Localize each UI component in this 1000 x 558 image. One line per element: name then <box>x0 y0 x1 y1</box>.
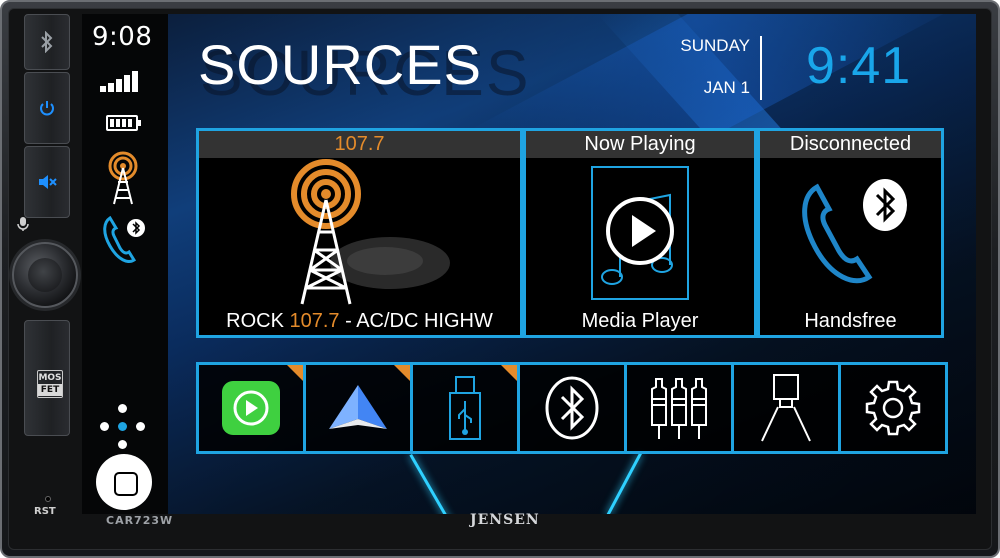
radio-tower-icon <box>290 159 450 305</box>
mosfet-label-bottom: FET <box>38 384 62 396</box>
power-icon <box>40 101 54 116</box>
media-status-header: Now Playing <box>526 131 754 158</box>
media-player-tile[interactable]: Now Playing Media Player <box>523 128 757 338</box>
source-carplay-button[interactable] <box>199 365 306 451</box>
status-sidebar: 9:08 <box>82 14 168 514</box>
sources-bar <box>196 362 948 454</box>
date-day: SUNDAY <box>680 36 750 55</box>
corner-indicator <box>287 365 303 381</box>
mute-icon <box>39 175 57 189</box>
phone-status-header: Disconnected <box>760 131 941 158</box>
source-bluetooth-button[interactable] <box>520 365 627 451</box>
home-button[interactable] <box>96 454 152 510</box>
radio-tile[interactable]: 107.7 ROCK 107.7 - AC/DC HIGHW <box>196 128 523 338</box>
date-divider <box>760 36 762 100</box>
battery-icon <box>106 115 141 131</box>
background-light-line <box>409 454 452 514</box>
app-menu-icon[interactable] <box>100 404 146 450</box>
media-player-label: Media Player <box>581 310 699 332</box>
carplay-icon <box>222 381 280 435</box>
radio-art <box>199 159 520 305</box>
radio-footer-frequency: 107.7 <box>289 310 340 332</box>
media-art <box>526 161 754 305</box>
media-play-icon <box>591 166 689 300</box>
phone-shortcut-icon[interactable] <box>100 214 146 266</box>
source-android-auto-button[interactable] <box>306 365 413 451</box>
date-display: SUNDAY JAN 1 <box>642 36 762 102</box>
background-light-line <box>606 452 642 514</box>
gear-icon <box>865 380 921 436</box>
source-av-in-button[interactable] <box>627 365 734 451</box>
mosfet-badge: MOS FET <box>37 370 63 398</box>
phone-art <box>760 161 941 305</box>
android-auto-icon <box>329 385 387 429</box>
touch-screen: 9:08 SOURCES SOURCES SUNDAY JAN 1 9:41 1… <box>82 14 976 514</box>
model-label: CAR723W <box>106 514 174 527</box>
rca-icon <box>651 378 707 439</box>
microphone-icon <box>17 217 29 231</box>
radio-track: - AC/DC HIGHW <box>339 310 493 332</box>
usb-icon <box>449 376 481 440</box>
source-settings-button[interactable] <box>841 365 945 451</box>
handsfree-phone-icon <box>801 179 907 284</box>
hw-mute-button[interactable] <box>24 146 70 218</box>
hardware-controls: MOS FET RST <box>8 8 78 542</box>
source-camera-button[interactable] <box>734 365 841 451</box>
handsfree-tile[interactable]: Disconnected Handsfree <box>757 128 944 338</box>
corner-indicator <box>501 365 517 381</box>
signal-strength-icon <box>100 70 144 92</box>
reset-button[interactable] <box>45 496 51 502</box>
radio-shortcut-icon[interactable] <box>100 150 146 206</box>
corner-indicator <box>394 365 410 381</box>
status-time: 9:08 <box>92 22 153 52</box>
mosfet-label-top: MOS <box>38 373 62 383</box>
camera-icon <box>761 374 811 442</box>
bluetooth-icon <box>41 31 53 53</box>
radio-frequency-header: 107.7 <box>199 131 520 158</box>
handsfree-label: Handsfree <box>804 310 897 332</box>
hw-bluetooth-button[interactable] <box>24 14 70 70</box>
main-clock: 9:41 <box>806 37 912 95</box>
reset-label: RST <box>34 506 56 517</box>
radio-genre: ROCK <box>226 310 290 332</box>
bluetooth-icon <box>545 376 599 440</box>
date-date: JAN 1 <box>703 78 750 97</box>
source-usb-button[interactable] <box>413 365 520 451</box>
volume-knob[interactable] <box>12 242 78 308</box>
page-title: SOURCES <box>198 33 482 96</box>
radio-now-playing: ROCK 107.7 - AC/DC HIGHW <box>199 310 520 333</box>
brand-logo: JENSEN <box>470 512 540 528</box>
hw-power-button[interactable] <box>24 72 70 144</box>
